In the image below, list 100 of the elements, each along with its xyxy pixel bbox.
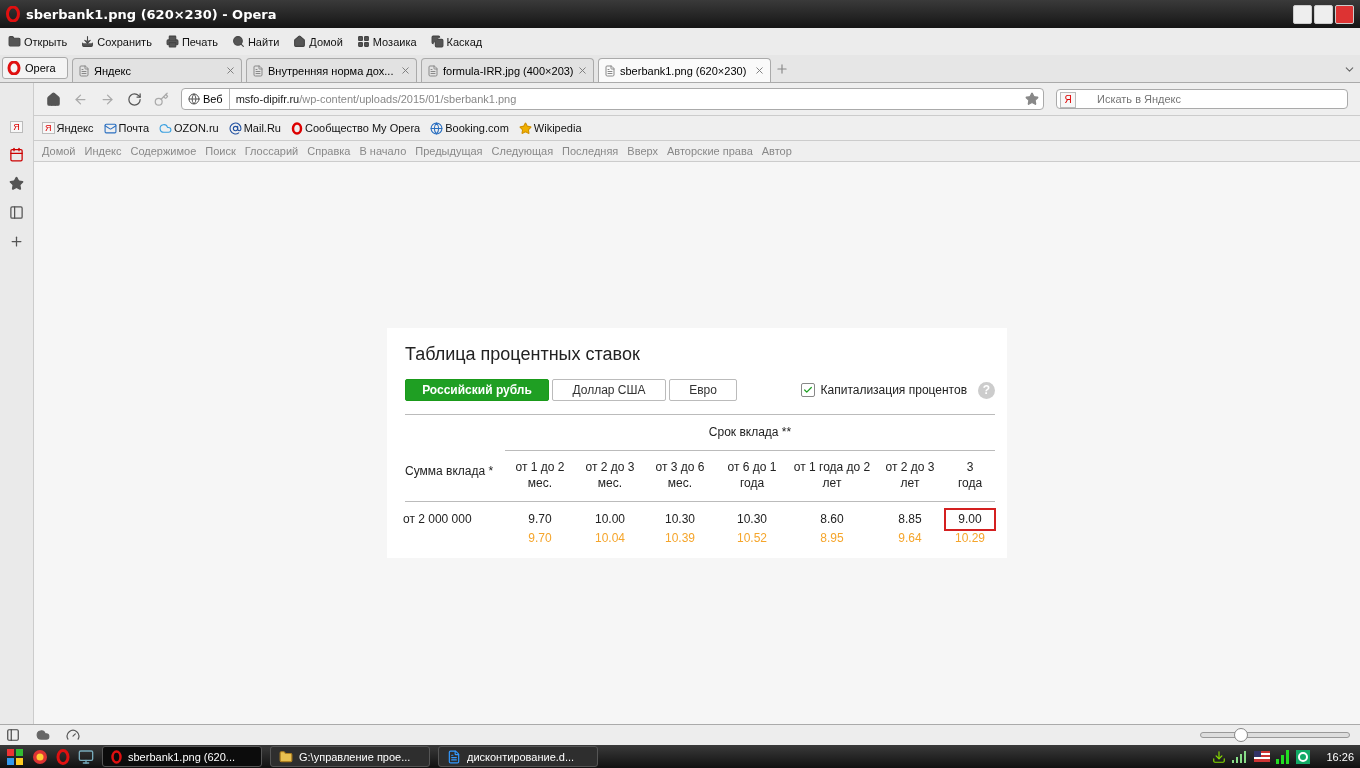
start-icon[interactable] — [6, 747, 24, 766]
opera-logo-icon — [290, 121, 303, 135]
table-cell-text: 9.70 — [527, 511, 553, 528]
column-header: Срок вклада ** — [505, 415, 995, 451]
table-cell-text: 10.30 — [736, 511, 768, 528]
signal-icon — [1232, 750, 1249, 763]
column-header: от 2 до 3 лет — [875, 451, 945, 502]
browser-icon[interactable] — [32, 748, 48, 765]
toolbar-button[interactable]: Домой — [293, 35, 343, 48]
currency-tab[interactable]: Евро — [669, 379, 737, 401]
mail-icon — [103, 121, 117, 135]
home-icon[interactable] — [46, 91, 61, 107]
yandex-icon[interactable]: Я — [10, 121, 23, 133]
flag-icon[interactable] — [1254, 751, 1271, 762]
column-header: от 1 до 2 мес. — [505, 451, 575, 502]
bookmark-link[interactable]: Mail.Ru — [228, 121, 281, 135]
table-cell-text: от 2 000 000 — [403, 511, 473, 528]
opera-logo-icon — [111, 749, 122, 764]
address-field[interactable]: Веб msfo-dipifr.ru/wp-content/uploads/2015/01/sberbank1.png — [181, 88, 1044, 110]
opera-menu-button[interactable]: Opera — [2, 57, 68, 79]
table-cell-text: 10.30 — [664, 511, 696, 528]
column-header: от 6 до 1 года — [715, 451, 789, 502]
toolbar-button[interactable]: Открыть — [8, 35, 68, 48]
table-cell-text: 10.04 — [595, 530, 625, 547]
globe-icon — [430, 121, 444, 135]
maximize-button[interactable] — [1314, 4, 1333, 24]
document-icon — [447, 749, 461, 764]
taskbar-button[interactable]: дисконтирование.d... — [438, 746, 598, 767]
browser-tab[interactable]: Яндекс — [72, 58, 242, 82]
browser-tab[interactable]: formula-IRR.jpg (400×203) — [421, 58, 594, 82]
toolbar-button[interactable]: Найти — [231, 35, 280, 48]
table-cell: 9.00 — [946, 510, 994, 529]
page-icon — [252, 64, 264, 77]
page-icon — [604, 64, 616, 77]
reload-icon[interactable] — [127, 91, 142, 107]
table-cell-text: 8.85 — [897, 511, 923, 528]
opera-logo-icon — [6, 6, 20, 22]
windows-icon — [430, 35, 444, 48]
table-cell-text: 10.29 — [955, 530, 985, 547]
bookmark-star-icon[interactable] — [1025, 92, 1039, 106]
panel-icon[interactable] — [9, 205, 24, 220]
add-panel-icon[interactable] — [9, 234, 24, 249]
close-icon[interactable] — [225, 65, 236, 76]
column-header: от 1 года до 2 лет — [789, 451, 875, 502]
column-header: от 3 до 6 мес. — [645, 451, 715, 502]
home-icon — [293, 35, 307, 48]
grid-icon — [356, 35, 370, 48]
capitalization-checkbox[interactable]: Капитализация процентов — [800, 383, 967, 397]
table-cell-text: 9.64 — [898, 530, 922, 547]
close-icon[interactable] — [400, 65, 411, 76]
browser-tab[interactable]: Внутренняя норма дох... — [246, 58, 417, 82]
bookmark-link[interactable]: Почта — [103, 121, 150, 135]
taskbar-button[interactable]: sberbank1.png (620... — [102, 746, 262, 767]
browser-tab[interactable]: sberbank1.png (620×230) — [598, 58, 771, 82]
opera-logo-icon — [7, 61, 21, 75]
speed-dial-icon[interactable] — [66, 728, 80, 742]
bookmark-star-icon[interactable] — [9, 176, 24, 191]
search-icon — [231, 35, 245, 48]
column-header: Сумма вклада * — [405, 451, 505, 502]
clock: 16:26 — [1326, 750, 1354, 763]
column-header: 3 года — [945, 451, 995, 502]
scope-label[interactable]: Веб — [203, 93, 223, 105]
calendar-icon[interactable] — [9, 147, 24, 162]
globe-icon — [188, 93, 200, 105]
toolbar-button[interactable]: Сохранить — [81, 35, 152, 48]
checkmark-icon — [802, 385, 813, 395]
toolbar-button[interactable]: Печать — [165, 35, 218, 48]
bookmark-link[interactable]: Wikipedia — [518, 121, 582, 135]
currency-tab[interactable]: Доллар США — [552, 379, 666, 401]
taskbar-button[interactable]: G:\управление прое... — [270, 746, 430, 767]
desktop-icon[interactable] — [78, 748, 94, 765]
panel-toggle-icon[interactable] — [6, 728, 20, 742]
folder-icon — [279, 749, 293, 764]
ring-icon[interactable] — [1296, 749, 1311, 764]
url-text: msfo-dipifr.ru/wp-content/uploads/2015/01/sberbank1.png — [234, 93, 518, 105]
table-cell-text: 10.39 — [665, 530, 695, 547]
close-button[interactable] — [1335, 4, 1354, 24]
table-cell-text: 8.60 — [819, 511, 845, 528]
bookmark-link[interactable]: Я Яндекс — [42, 122, 94, 134]
table-cell-text: 9.70 — [528, 530, 552, 547]
slider-thumb[interactable] — [1233, 728, 1248, 742]
table-cell-text: 10.52 — [737, 530, 767, 547]
table-cell-text: 8.95 — [820, 530, 844, 547]
toolbar-button[interactable]: Каскад — [430, 35, 483, 48]
opera-icon[interactable] — [56, 748, 70, 765]
bookmark-link[interactable]: Сообщество My Opera — [290, 121, 421, 135]
cloud-icon[interactable] — [36, 728, 50, 742]
cloud-icon — [159, 121, 173, 135]
table-cell-text: 10.00 — [594, 511, 626, 528]
minimize-button[interactable] — [1293, 4, 1312, 24]
bookmark-link[interactable]: OZON.ru — [159, 121, 219, 135]
download-icon[interactable] — [1212, 749, 1227, 764]
page-icon — [427, 64, 439, 77]
close-icon[interactable] — [577, 65, 588, 76]
close-icon[interactable] — [754, 65, 765, 76]
printer-icon — [165, 35, 179, 48]
toolbar-button[interactable]: Мозаика — [356, 35, 417, 48]
at-sign-icon — [228, 121, 242, 135]
download-icon — [81, 35, 95, 48]
bookmark-link[interactable]: Booking.com — [430, 121, 509, 135]
